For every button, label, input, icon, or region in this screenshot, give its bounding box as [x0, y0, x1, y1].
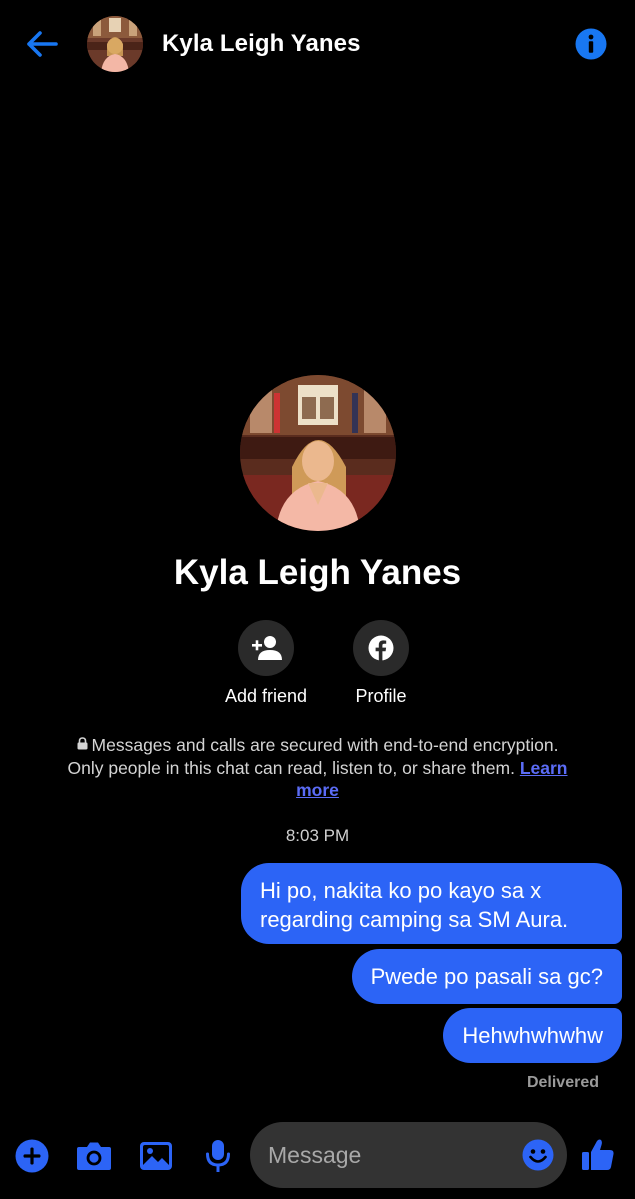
emoji-button[interactable]: [522, 1139, 554, 1171]
info-icon: [575, 28, 607, 60]
profile-avatar[interactable]: [240, 375, 396, 531]
camera-icon: [77, 1142, 111, 1170]
header-avatar[interactable]: [87, 16, 143, 72]
microphone-button[interactable]: [200, 1136, 236, 1176]
info-button[interactable]: [575, 28, 607, 60]
like-button[interactable]: [580, 1136, 616, 1174]
message-bubble[interactable]: Hi po, nakita ko po kayo sa x regarding …: [241, 863, 622, 944]
profile-name: Kyla Leigh Yanes: [173, 553, 462, 592]
chat-header: Kyla Leigh Yanes: [0, 0, 635, 90]
profile-circle[interactable]: [353, 620, 409, 676]
message-composer: [250, 1122, 567, 1188]
arrow-left-icon: [27, 31, 58, 57]
add-friend-label: Add friend: [224, 686, 308, 706]
encryption-notice: Messages and calls are secured with end-…: [60, 734, 575, 802]
contact-name[interactable]: Kyla Leigh Yanes: [162, 30, 361, 58]
add-friend-circle[interactable]: [238, 620, 294, 676]
message-timestamp: 8:03 PM: [285, 826, 350, 845]
profile-button[interactable]: Profile: [316, 620, 446, 707]
microphone-icon: [206, 1140, 230, 1172]
plus-icon: [15, 1139, 49, 1173]
lock-icon: [77, 737, 88, 750]
encryption-text: Messages and calls are secured with end-…: [67, 735, 559, 778]
camera-button[interactable]: [74, 1136, 114, 1176]
gallery-button[interactable]: [136, 1136, 176, 1176]
chat-screen: Kyla Leigh Yanes Kyla Leigh Yanes Add fr…: [0, 0, 635, 1199]
more-actions-button[interactable]: [14, 1138, 50, 1174]
profile-label: Profile: [355, 686, 407, 706]
back-button[interactable]: [22, 26, 62, 62]
add-friend-button[interactable]: Add friend: [201, 620, 331, 707]
thumbs-up-icon: [582, 1139, 614, 1170]
delivery-status: Delivered: [526, 1074, 599, 1091]
emoji-icon: [522, 1139, 554, 1171]
message-bubble[interactable]: Pwede po pasali sa gc?: [351, 949, 622, 1004]
image-icon: [140, 1142, 172, 1170]
add-person-icon: [252, 636, 282, 660]
message-bubble[interactable]: Hehwhwhwhw: [443, 1008, 622, 1063]
facebook-icon: [368, 635, 394, 661]
message-input[interactable]: [268, 1122, 508, 1188]
